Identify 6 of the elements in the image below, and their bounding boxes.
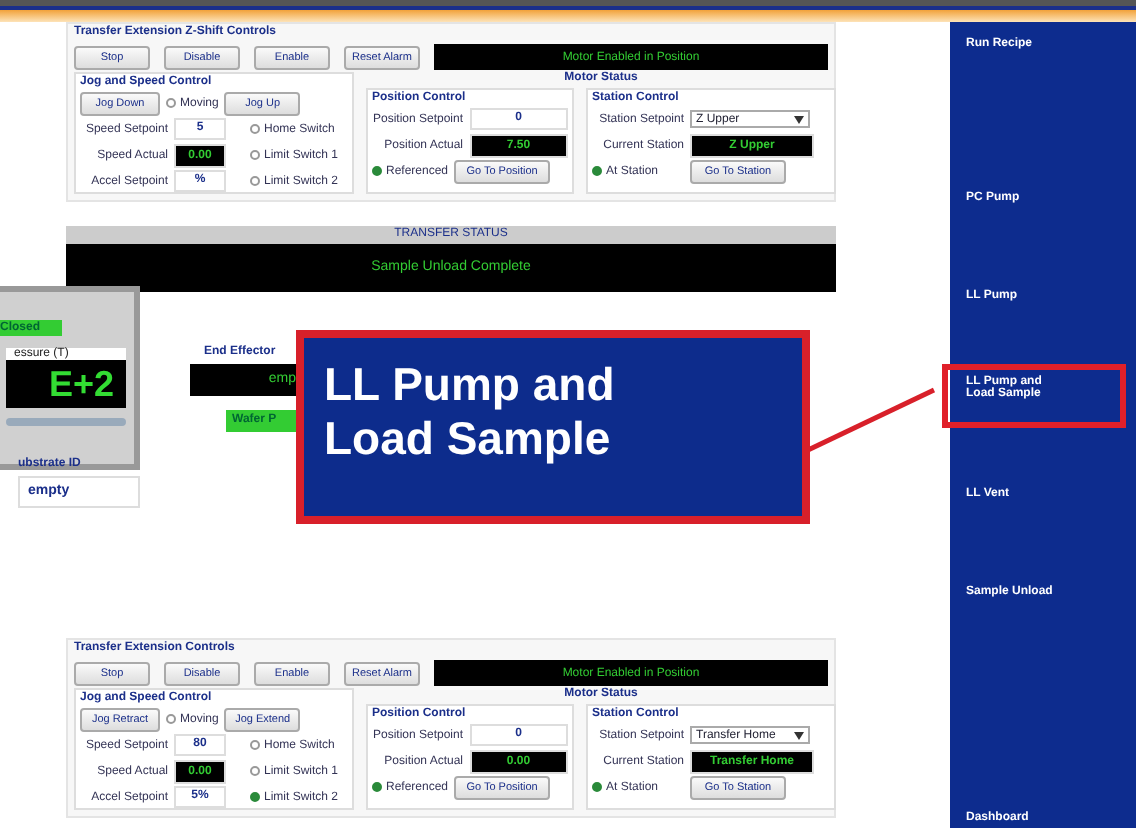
leader-line [808, 387, 936, 453]
callout-box: LL Pump and Load Sample [296, 330, 810, 524]
slider-track[interactable] [6, 418, 126, 426]
dropdown-arrow-icon [794, 115, 804, 123]
pressure-display: E+2 [6, 360, 126, 408]
dropdown-arrow-icon [794, 731, 804, 739]
